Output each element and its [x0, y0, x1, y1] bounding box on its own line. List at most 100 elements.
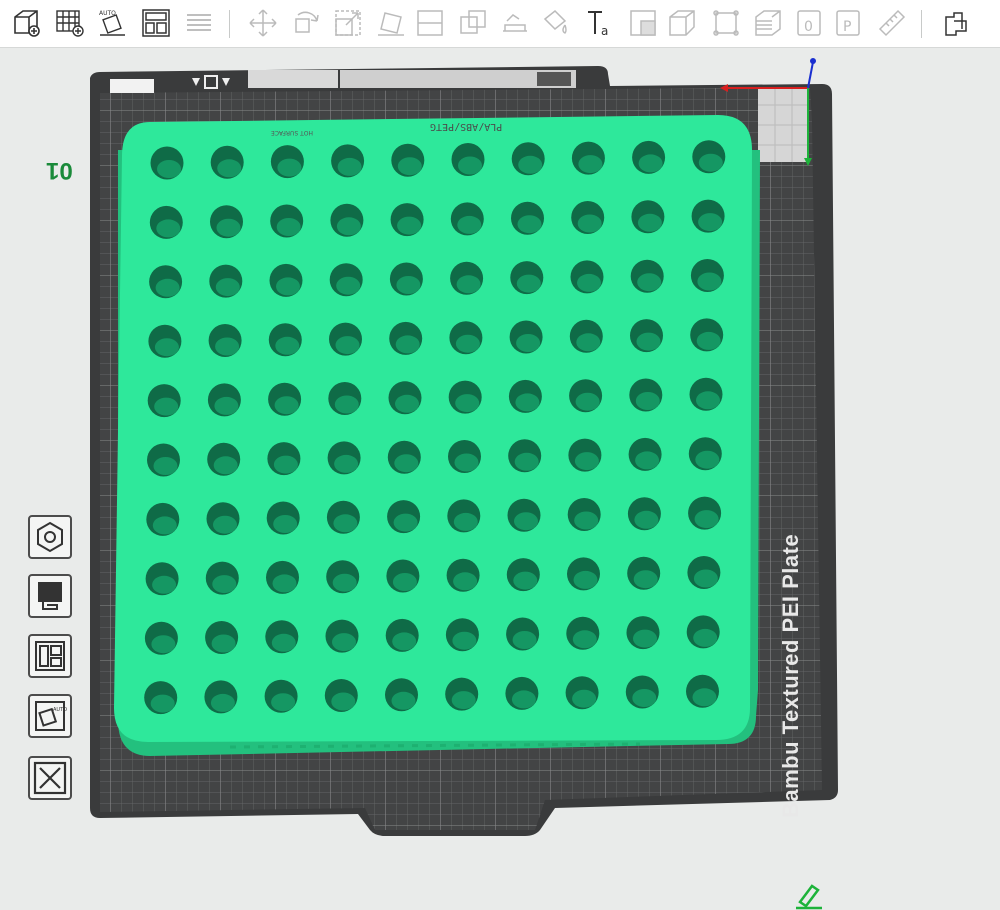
layout-icon: [35, 641, 65, 671]
model-hole-wall: [697, 272, 722, 291]
model-hole-wall: [514, 452, 539, 471]
edit-plate-icon[interactable]: [794, 878, 826, 910]
build-plate-scene[interactable]: [0, 48, 1000, 884]
auto-orient-side-button[interactable]: AUTO: [28, 694, 72, 738]
color-paint-icon[interactable]: [537, 5, 573, 41]
rotate-icon[interactable]: [288, 5, 324, 41]
model-hole-wall: [154, 338, 179, 357]
model-hole-wall: [396, 276, 421, 294]
model-hole-wall: [632, 689, 657, 707]
add-plate-icon[interactable]: [52, 5, 88, 41]
top-toolbar: AUTO a 0 P: [0, 0, 1000, 48]
model-hole-wall: [693, 569, 718, 588]
close-button[interactable]: [28, 756, 72, 800]
scale-icon[interactable]: [330, 5, 366, 41]
support-paint-icon[interactable]: [497, 5, 533, 41]
model-hole-wall: [335, 336, 360, 355]
model-hole-wall: [572, 689, 597, 708]
model-hole-wall: [453, 572, 478, 591]
add-object-icon[interactable]: [9, 5, 45, 41]
model-hole-wall: [458, 156, 482, 175]
model-hole-wall: [693, 628, 718, 647]
close-icon: [33, 761, 67, 795]
lay-on-face-icon[interactable]: [373, 5, 409, 41]
boolean-icon[interactable]: [455, 5, 491, 41]
plate-settings-icon[interactable]: P: [831, 5, 867, 41]
layout-button[interactable]: [28, 634, 72, 678]
seam-paint-icon[interactable]: [625, 5, 661, 41]
model-hole-wall: [157, 160, 181, 178]
model-hole-wall: [217, 159, 242, 178]
model-hole-wall: [392, 632, 417, 651]
model-hole-wall: [451, 691, 476, 710]
model-hole-wall: [638, 154, 663, 173]
model-hole-wall: [635, 392, 660, 410]
model-hole-wall: [635, 451, 660, 470]
model-hole-wall: [634, 510, 659, 529]
model-hole-wall: [696, 331, 721, 350]
model-hole-wall: [276, 218, 301, 236]
model-hole-wall: [273, 515, 298, 533]
model-hole-wall: [332, 633, 356, 652]
model-hole-wall: [334, 454, 359, 473]
model-hole-wall: [332, 573, 357, 592]
model-hole-wall: [512, 631, 537, 649]
model-hole-wall: [694, 510, 719, 529]
arrange-icon[interactable]: [138, 5, 174, 41]
model-hole-wall: [511, 690, 536, 709]
model-hole-wall: [572, 630, 597, 649]
text-icon[interactable]: a: [582, 5, 618, 41]
model-hole-wall: [395, 394, 419, 413]
assembly-icon[interactable]: 0: [792, 5, 828, 41]
model-hole-wall: [275, 336, 300, 355]
model-hole-wall: [578, 155, 603, 174]
model-hole-wall: [152, 516, 177, 535]
model-hole-wall: [637, 273, 662, 292]
svg-text:0: 0: [804, 19, 813, 35]
model-hole-wall: [336, 276, 361, 295]
model-hole-wall: [215, 337, 240, 356]
model-hole-wall: [334, 395, 359, 414]
split-objects-icon[interactable]: [181, 5, 217, 41]
model-hole-wall: [456, 275, 481, 294]
model-hole-wall: [517, 215, 542, 234]
model-hole-wall: [150, 694, 175, 713]
model-hole-wall: [637, 213, 662, 232]
model-hole-wall: [516, 274, 541, 293]
model-hole-wall: [692, 688, 717, 707]
model-hole-wall: [391, 691, 416, 710]
filament-button[interactable]: [28, 574, 72, 618]
model-hole-wall: [152, 575, 177, 594]
model-hole-wall: [576, 333, 601, 352]
model-hole-wall: [453, 512, 478, 531]
3d-viewport[interactable]: 01 PLA/ABS/PETG HOT SURFACE Bambu Textur…: [0, 48, 1000, 910]
auto-orient-icon[interactable]: AUTO: [95, 5, 131, 41]
model-hole-wall: [397, 157, 422, 176]
nozzle-button[interactable]: [28, 515, 72, 559]
model-hole-wall: [211, 634, 236, 653]
plate-name-label: Bambu Textured PEI Plate: [778, 533, 803, 818]
model-hole-wall: [271, 693, 296, 712]
svg-text:AUTO: AUTO: [53, 707, 67, 713]
model-hole-wall: [395, 335, 420, 354]
model-hole-wall: [274, 396, 299, 415]
fix-model-icon[interactable]: [708, 5, 744, 41]
model-hole-wall: [633, 629, 657, 648]
assembly-view-icon[interactable]: [938, 5, 974, 41]
move-icon[interactable]: [245, 5, 281, 41]
model-hole-wall: [151, 635, 176, 654]
cut-icon[interactable]: [412, 5, 448, 41]
measure-icon[interactable]: [874, 5, 910, 41]
model-hole-wall: [455, 394, 480, 413]
layers-icon[interactable]: [750, 5, 786, 41]
model-hole-wall: [452, 631, 477, 650]
model-hole-wall: [514, 512, 538, 531]
model-hole-wall: [513, 571, 538, 590]
model-hole-wall: [210, 693, 235, 712]
model-hole-wall: [213, 456, 238, 475]
model-hole-wall: [457, 215, 482, 234]
model-hole-wall: [577, 273, 601, 292]
model-hole-wall: [273, 455, 298, 474]
variable-layer-height-icon[interactable]: [664, 5, 700, 41]
model-hole-wall: [392, 573, 417, 591]
